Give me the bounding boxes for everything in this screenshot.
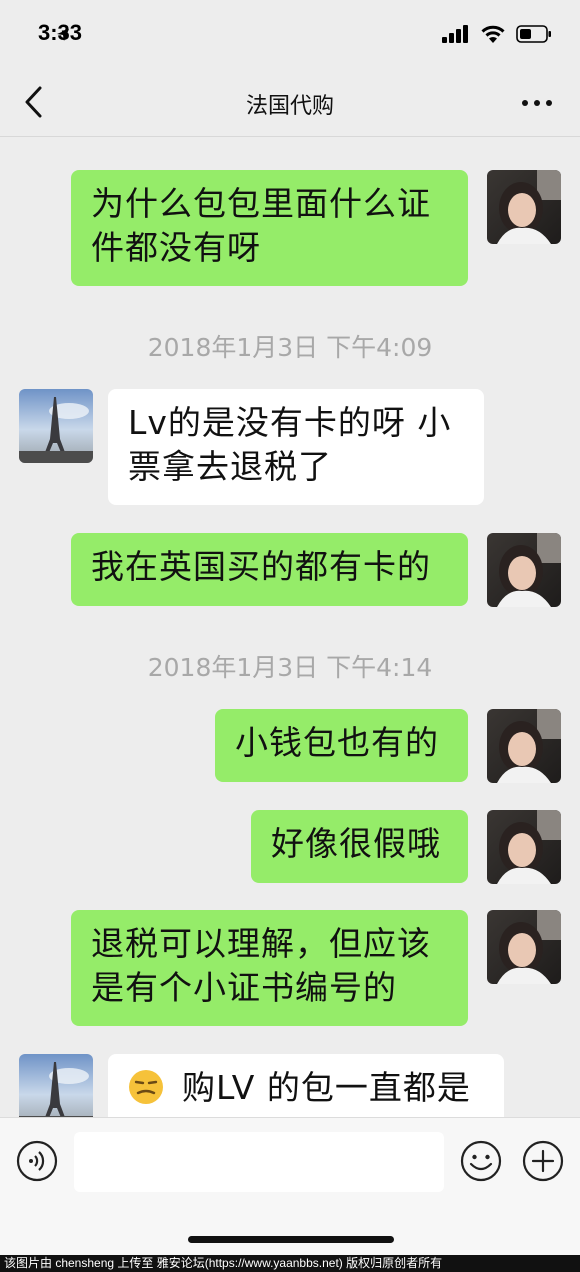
message-line: 小钱包也有的 (235, 723, 439, 762)
chat-title: 法国代购 (245, 94, 334, 119)
woman-portrait-image (487, 170, 561, 244)
voice-icon (16, 1140, 58, 1182)
smiley-icon (460, 1140, 502, 1182)
message-text: 购LV 的包一直都是 (182, 1068, 471, 1107)
my-avatar[interactable] (487, 810, 561, 884)
my-avatar[interactable] (487, 170, 561, 244)
status-icons (57, 24, 552, 44)
message-line: 购LV 的包一直都是 (128, 1066, 484, 1110)
wifi-icon (481, 25, 505, 43)
chat-header: 法国代购 (0, 70, 580, 137)
home-indicator[interactable] (188, 1236, 394, 1243)
voice-button[interactable] (16, 1140, 58, 1182)
more-button[interactable] (520, 88, 554, 118)
message-bubble-sent[interactable]: 我在英国买的都有卡的 (71, 533, 468, 606)
woman-portrait-image (487, 810, 561, 884)
contact-avatar[interactable] (19, 1054, 93, 1117)
message-line: 退税可以理解，但应该 (91, 924, 431, 963)
my-avatar[interactable] (487, 910, 561, 984)
contact-avatar[interactable] (19, 389, 93, 463)
message-bubble-received[interactable]: Lv的是没有卡的呀 小 票拿去退税了 (108, 389, 484, 505)
woman-portrait-image (487, 533, 561, 607)
message-line: Lv的是没有卡的呀 小 (128, 403, 452, 442)
input-bar (0, 1117, 580, 1256)
message-bubble-sent[interactable]: 小钱包也有的 (215, 709, 468, 782)
timestamp: 2018年1月3日 下午4:09 (147, 333, 433, 362)
watermark-footer: 该图片由 chensheng 上传至 雅安论坛(https://www.yaan… (0, 1255, 580, 1272)
message-bubble-sent[interactable]: 为什么包包里面什么证 件都没有呀 (71, 170, 468, 286)
battery-icon (516, 25, 551, 43)
message-line: 票拿去退税了 (128, 447, 332, 486)
eiffel-tower-image (19, 1054, 93, 1117)
location-arrow-icon (57, 29, 69, 41)
message-line: 件都没有呀 (91, 228, 261, 267)
message-line: 是有个小证书编号的 (91, 968, 397, 1007)
status-bar: 3:33 (0, 0, 580, 70)
message-input[interactable] (74, 1132, 444, 1192)
emoji-button[interactable] (460, 1140, 502, 1182)
my-avatar[interactable] (487, 533, 561, 607)
message-list[interactable]: 为什么包包里面什么证 件都没有呀 2018年1月3日 下午4:09 Lv的是没有… (0, 137, 580, 1117)
cellular-signal-icon (442, 25, 468, 43)
more-actions-button[interactable] (522, 1140, 564, 1182)
message-bubble-sent[interactable]: 好像很假哦 (251, 810, 468, 883)
woman-portrait-image (487, 910, 561, 984)
message-bubble-sent[interactable]: 退税可以理解，但应该 是有个小证书编号的 (71, 910, 468, 1026)
message-line: 我在英国买的都有卡的 (91, 547, 431, 586)
more-dots-icon (522, 100, 552, 106)
message-line: 好像很假哦 (271, 824, 441, 863)
my-avatar[interactable] (487, 709, 561, 783)
timestamp: 2018年1月3日 下午4:14 (147, 653, 433, 682)
woman-portrait-image (487, 709, 561, 783)
plus-icon (522, 1140, 564, 1182)
message-line: 为什么包包里面什么证 (91, 184, 431, 223)
message-bubble-received[interactable]: 购LV 的包一直都是 (108, 1054, 504, 1117)
eiffel-tower-image (19, 389, 93, 463)
smirk-emoji-icon (129, 1070, 163, 1104)
